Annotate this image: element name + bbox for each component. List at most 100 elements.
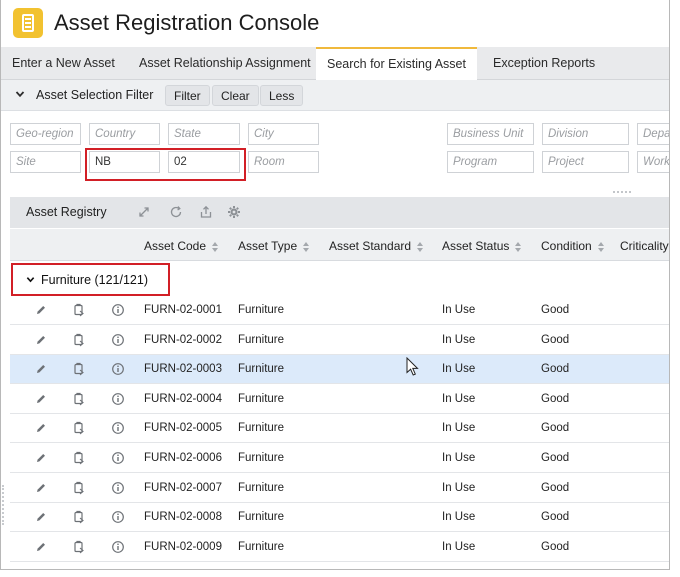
export-icon[interactable] [199,205,213,219]
cell-asset-code: FURN-02-0008 [144,511,222,524]
splitter-handle[interactable] [2,485,4,525]
cell-asset-type: Furniture [238,422,285,435]
edit-pencil-icon[interactable] [34,481,48,495]
table-row[interactable]: FURN-02-0007 Furniture In Use Good [10,473,669,503]
column-header-asset-standard[interactable]: Asset Standard [329,239,424,253]
work-field[interactable]: Work [637,151,669,173]
sort-icon[interactable] [212,241,219,252]
tab-exception-reports[interactable]: Exception Reports [482,47,606,80]
refresh-icon[interactable] [169,205,183,219]
column-header-asset-type[interactable]: Asset Type [238,239,310,253]
cell-asset-type: Furniture [238,392,285,405]
cell-asset-status: In Use [442,333,476,346]
room-field[interactable]: Room [248,151,319,173]
cell-condition: Good [541,481,570,494]
table-row[interactable]: FURN-02-0001 Furniture In Use Good [10,296,669,325]
cell-asset-type: Furniture [238,304,285,316]
column-header-condition[interactable]: Condition [541,239,604,253]
geo-region-field[interactable]: Geo-region [10,123,81,145]
copy-clipboard-icon[interactable] [72,481,86,495]
cell-condition: Good [541,540,570,553]
cell-asset-code: FURN-02-0006 [144,452,222,464]
less-button[interactable]: Less [260,85,304,106]
edit-pencil-icon[interactable] [34,540,48,554]
cell-asset-code: FURN-02-0003 [144,363,222,376]
clear-button[interactable]: Clear [212,85,259,106]
edit-pencil-icon[interactable] [34,333,48,347]
sort-icon[interactable] [597,241,604,252]
cell-asset-status: In Use [442,392,476,405]
settings-gear-icon[interactable] [227,205,241,219]
sort-icon[interactable] [417,241,424,252]
info-icon[interactable] [111,540,125,554]
table-row[interactable]: FURN-02-0008 Furniture In Use Good [10,503,669,533]
filter-section-label[interactable]: Asset Selection Filter [36,88,153,102]
business-unit-field[interactable]: Business Unit [447,123,534,145]
info-icon[interactable] [111,481,125,495]
project-field[interactable]: Project [542,151,629,173]
filter-fields: Geo-region Country State City Business U… [1,112,669,196]
table-row[interactable]: FURN-02-0002 Furniture In Use Good [10,325,669,355]
copy-clipboard-icon[interactable] [72,392,86,406]
division-field[interactable]: Division [542,123,629,145]
sort-icon[interactable] [515,241,522,252]
tab-asset-relationship-assignment[interactable]: Asset Relationship Assignment [128,47,322,80]
info-icon[interactable] [111,333,125,347]
table-row[interactable]: FURN-02-0009 Furniture In Use Good [10,532,669,562]
country-field[interactable]: Country [89,123,160,145]
highlight-box-filter-values [85,148,246,181]
app-window: Asset Registration Console Enter a New A… [0,0,670,570]
table-row[interactable]: FURN-02-0003 Furniture In Use Good [10,355,669,385]
info-icon[interactable] [111,362,125,376]
info-icon[interactable] [111,451,125,465]
column-header-asset-code[interactable]: Asset Code [144,239,219,253]
edit-pencil-icon[interactable] [34,451,48,465]
sort-icon[interactable] [303,241,310,252]
tab-search-existing-asset[interactable]: Search for Existing Asset [316,47,477,81]
info-icon[interactable] [111,303,125,317]
resize-handle[interactable] [613,191,631,194]
program-field[interactable]: Program [447,151,534,173]
filter-button[interactable]: Filter [165,85,210,106]
cell-condition: Good [541,392,570,405]
edit-pencil-icon[interactable] [34,303,48,317]
department-field[interactable]: Depa [637,123,669,145]
cell-asset-code: FURN-02-0007 [144,481,222,494]
copy-clipboard-icon[interactable] [72,362,86,376]
column-header-criticality[interactable]: Criticality [620,239,669,253]
copy-clipboard-icon[interactable] [72,421,86,435]
copy-clipboard-icon[interactable] [72,303,86,317]
state-field[interactable]: State [168,123,240,145]
cell-asset-status: In Use [442,540,476,553]
copy-clipboard-icon[interactable] [72,540,86,554]
edit-pencil-icon[interactable] [34,421,48,435]
city-field[interactable]: City [248,123,319,145]
copy-clipboard-icon[interactable] [72,333,86,347]
column-header-asset-status[interactable]: Asset Status [442,239,522,253]
asset-selection-filter-bar: Asset Selection Filter Filter Clear Less [1,80,669,111]
edit-pencil-icon[interactable] [34,362,48,376]
table-row[interactable]: FURN-02-0006 Furniture In Use Good [10,444,669,473]
edit-pencil-icon[interactable] [34,510,48,524]
cell-condition: Good [541,304,570,316]
chevron-down-icon[interactable] [15,89,25,99]
tab-enter-new-asset[interactable]: Enter a New Asset [1,47,126,80]
copy-clipboard-icon[interactable] [72,451,86,465]
info-icon[interactable] [111,510,125,524]
grid-toolbar: Asset Registry [10,197,669,228]
expand-icon[interactable] [137,205,151,219]
table-row[interactable]: FURN-02-0005 Furniture In Use Good [10,414,669,444]
column-header-row: Asset Code Asset Type Asset Standard Ass… [10,229,669,261]
site-field[interactable]: Site [10,151,81,173]
cell-asset-status: In Use [442,511,476,524]
edit-pencil-icon[interactable] [34,392,48,406]
table-row[interactable]: FURN-02-0004 Furniture In Use Good [10,384,669,414]
cell-asset-code: FURN-02-0005 [144,422,222,435]
cell-condition: Good [541,511,570,524]
cell-asset-status: In Use [442,422,476,435]
info-icon[interactable] [111,421,125,435]
info-icon[interactable] [111,392,125,406]
cell-asset-status: In Use [442,481,476,494]
copy-clipboard-icon[interactable] [72,510,86,524]
cell-condition: Good [541,363,570,376]
